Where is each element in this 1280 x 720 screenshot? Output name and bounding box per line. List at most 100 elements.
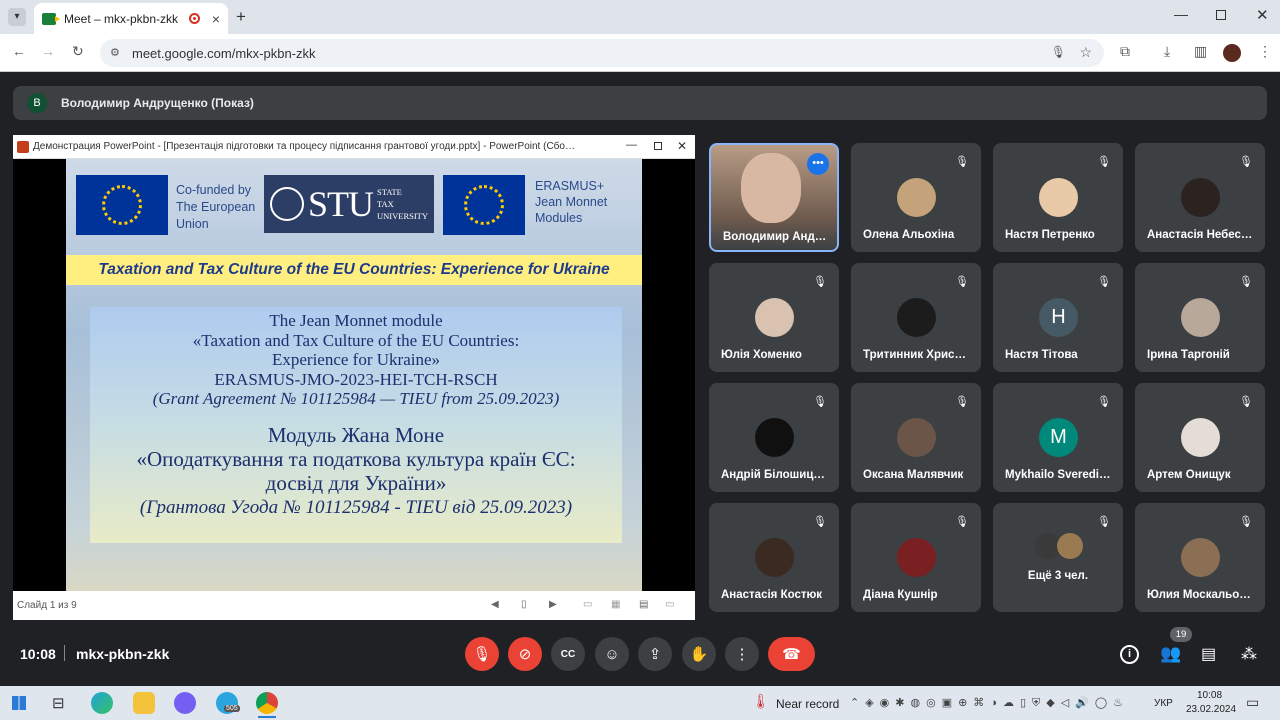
avatar: [1181, 418, 1220, 457]
mic-muted-icon: 🎙: [1239, 276, 1253, 288]
captions-button[interactable]: CC: [551, 637, 585, 671]
participant-tile[interactable]: 🎙 Артем Онищук: [1135, 383, 1265, 492]
participant-tile[interactable]: 🎙 Ещё 3 чел.: [993, 503, 1123, 612]
clock-time[interactable]: 10:08: [1197, 690, 1222, 701]
mic-muted-icon: 🎙: [1239, 156, 1253, 168]
maximize-button[interactable]: [1216, 10, 1226, 20]
more-options-button[interactable]: ⋮: [725, 637, 759, 671]
participant-tile[interactable]: 🎙 Андрій Білошиц…: [709, 383, 839, 492]
forward-icon[interactable]: →: [41, 43, 55, 59]
avatar: [1181, 178, 1220, 217]
slide: Co-funded by The European Union STU STATE T…: [66, 159, 642, 591]
bookmark-star-icon[interactable]: ☆: [1079, 44, 1092, 61]
participant-tile[interactable]: 🎙 Діана Кушнір: [851, 503, 981, 612]
present-button[interactable]: ⇪: [638, 637, 672, 671]
file-explorer-icon[interactable]: [133, 692, 155, 714]
participant-name: Юлія Хоменко: [721, 349, 802, 361]
ppt-minimize-button[interactable]: —: [626, 139, 637, 151]
participant-tile[interactable]: 🎙 Н Настя Тітова: [993, 263, 1123, 372]
slide-text-box: The Jean Monnet module «Taxation and Tax…: [90, 307, 622, 543]
notes-icon[interactable]: ▯: [521, 599, 527, 610]
close-window-button[interactable]: ✕: [1256, 6, 1269, 24]
eu-flag-2: [443, 175, 525, 235]
participant-tile[interactable]: 🎙 Анастасія Костюк: [709, 503, 839, 612]
presenter-bar: В Володимир Андрущенко (Показ): [13, 86, 1267, 120]
windows-start-icon[interactable]: [12, 696, 26, 710]
site-info-icon[interactable]: ⚙: [110, 46, 120, 59]
telegram-badge: 505: [224, 705, 240, 712]
menu-icon[interactable]: ⋮: [1258, 43, 1272, 60]
participant-tile[interactable]: 🎙 Тритинник Хрис…: [851, 263, 981, 372]
task-view-icon[interactable]: ⊟: [52, 694, 65, 712]
side-panel-icon[interactable]: ▥: [1194, 43, 1207, 60]
minimize-button[interactable]: —: [1174, 6, 1188, 22]
new-tab-button[interactable]: +: [236, 7, 246, 27]
emoji-button[interactable]: ☺: [595, 637, 629, 671]
reading-view-icon[interactable]: ▤: [639, 599, 648, 610]
slide-banner: Taxation and Tax Culture of the EU Count…: [66, 255, 642, 285]
system-tray-icons[interactable]: ⌃◈◉✱◍◎▣⊕⌘◑☁▯⛨◆◁🔊◯♨: [850, 696, 1129, 710]
mic-icon[interactable]: 🎙: [1051, 45, 1066, 59]
ppt-title-bar: Демонстрация PowerPoint - [Презентація п…: [13, 135, 695, 159]
participant-tile[interactable]: 🎙 Ірина Таргоній: [1135, 263, 1265, 372]
sorter-view-icon[interactable]: ▦: [611, 599, 620, 610]
info-icon[interactable]: i: [1120, 645, 1139, 664]
reload-icon[interactable]: ↻: [72, 43, 84, 60]
slide-counter: Слайд 1 из 9: [17, 600, 77, 611]
participant-tile[interactable]: 🎙 Олена Альохіна: [851, 143, 981, 252]
powerpoint-icon: [17, 141, 29, 153]
mic-muted-icon: 🎙: [955, 516, 969, 528]
back-icon[interactable]: ←: [12, 43, 26, 59]
mic-off-button[interactable]: 🎙: [465, 637, 499, 671]
avatar: [897, 298, 936, 337]
browser-tab[interactable]: Meet – mkx-pkbn-zkk ×: [34, 3, 228, 34]
participant-tile[interactable]: 🎙 M Mykhailo Sveredi…: [993, 383, 1123, 492]
participant-tile[interactable]: 🎙 Юлия Москальо…: [1135, 503, 1265, 612]
participant-tile[interactable]: 🎙 Юлія Хоменко: [709, 263, 839, 372]
avatar: [755, 418, 794, 457]
weather-text[interactable]: Near record: [776, 697, 839, 711]
chrome-icon[interactable]: [256, 692, 278, 714]
download-icon[interactable]: ⤓: [1164, 43, 1170, 60]
avatar: M: [1039, 418, 1078, 457]
clock-date[interactable]: 23.02.2024: [1186, 704, 1236, 715]
participant-tile[interactable]: 🎙 Анастасія Небес…: [1135, 143, 1265, 252]
camera-off-button[interactable]: ⊘: [508, 637, 542, 671]
weather-icon[interactable]: 🌡: [752, 693, 770, 710]
mic-muted-icon: 🎙: [1239, 396, 1253, 408]
tab-title: Meet – mkx-pkbn-zkk: [64, 11, 179, 26]
recording-icon: [188, 13, 200, 24]
raise-hand-button[interactable]: ✋: [682, 637, 716, 671]
extensions-icon[interactable]: ⧉: [1120, 43, 1130, 60]
activities-icon[interactable]: ⁂: [1241, 644, 1257, 664]
normal-view-icon[interactable]: ▭: [583, 599, 592, 610]
meeting-code: mkx-pkbn-zkk: [76, 646, 170, 662]
viber-icon[interactable]: [174, 692, 196, 714]
prev-slide-icon[interactable]: ◀: [491, 599, 499, 610]
avatar: [1057, 533, 1083, 559]
notifications-icon[interactable]: ▭: [1246, 694, 1259, 711]
people-icon[interactable]: 👥: [1160, 644, 1181, 664]
people-count-badge: 19: [1170, 627, 1192, 642]
edge-icon[interactable]: [91, 692, 113, 714]
participant-tile[interactable]: ••• Володимир Анд…: [709, 143, 839, 252]
leave-call-button[interactable]: ☎: [768, 637, 815, 671]
close-tab-icon[interactable]: ×: [212, 11, 220, 27]
slideshow-view-icon[interactable]: ▭: [665, 599, 674, 610]
avatar: [897, 418, 936, 457]
avatar: [1181, 298, 1220, 337]
ppt-maximize-button[interactable]: [654, 142, 662, 150]
tab-list-button[interactable]: ▾: [8, 8, 26, 26]
ppt-close-button[interactable]: ✕: [677, 139, 687, 153]
next-slide-icon[interactable]: ▶: [549, 599, 557, 610]
participant-tile[interactable]: 🎙 Оксана Малявчик: [851, 383, 981, 492]
chat-icon[interactable]: ▤: [1201, 644, 1216, 664]
mic-muted-icon: 🎙: [1097, 516, 1111, 528]
language-indicator[interactable]: УКР: [1154, 698, 1173, 709]
participant-name: Оксана Малявчик: [863, 469, 964, 481]
profile-avatar[interactable]: [1223, 44, 1241, 62]
tile-options-icon[interactable]: •••: [807, 153, 829, 175]
participant-tile[interactable]: 🎙 Настя Петренко: [993, 143, 1123, 252]
address-bar[interactable]: ⚙ meet.google.com/mkx-pkbn-zkk 🎙 ☆: [100, 39, 1104, 67]
participant-name: Ещё 3 чел.: [1027, 570, 1089, 582]
